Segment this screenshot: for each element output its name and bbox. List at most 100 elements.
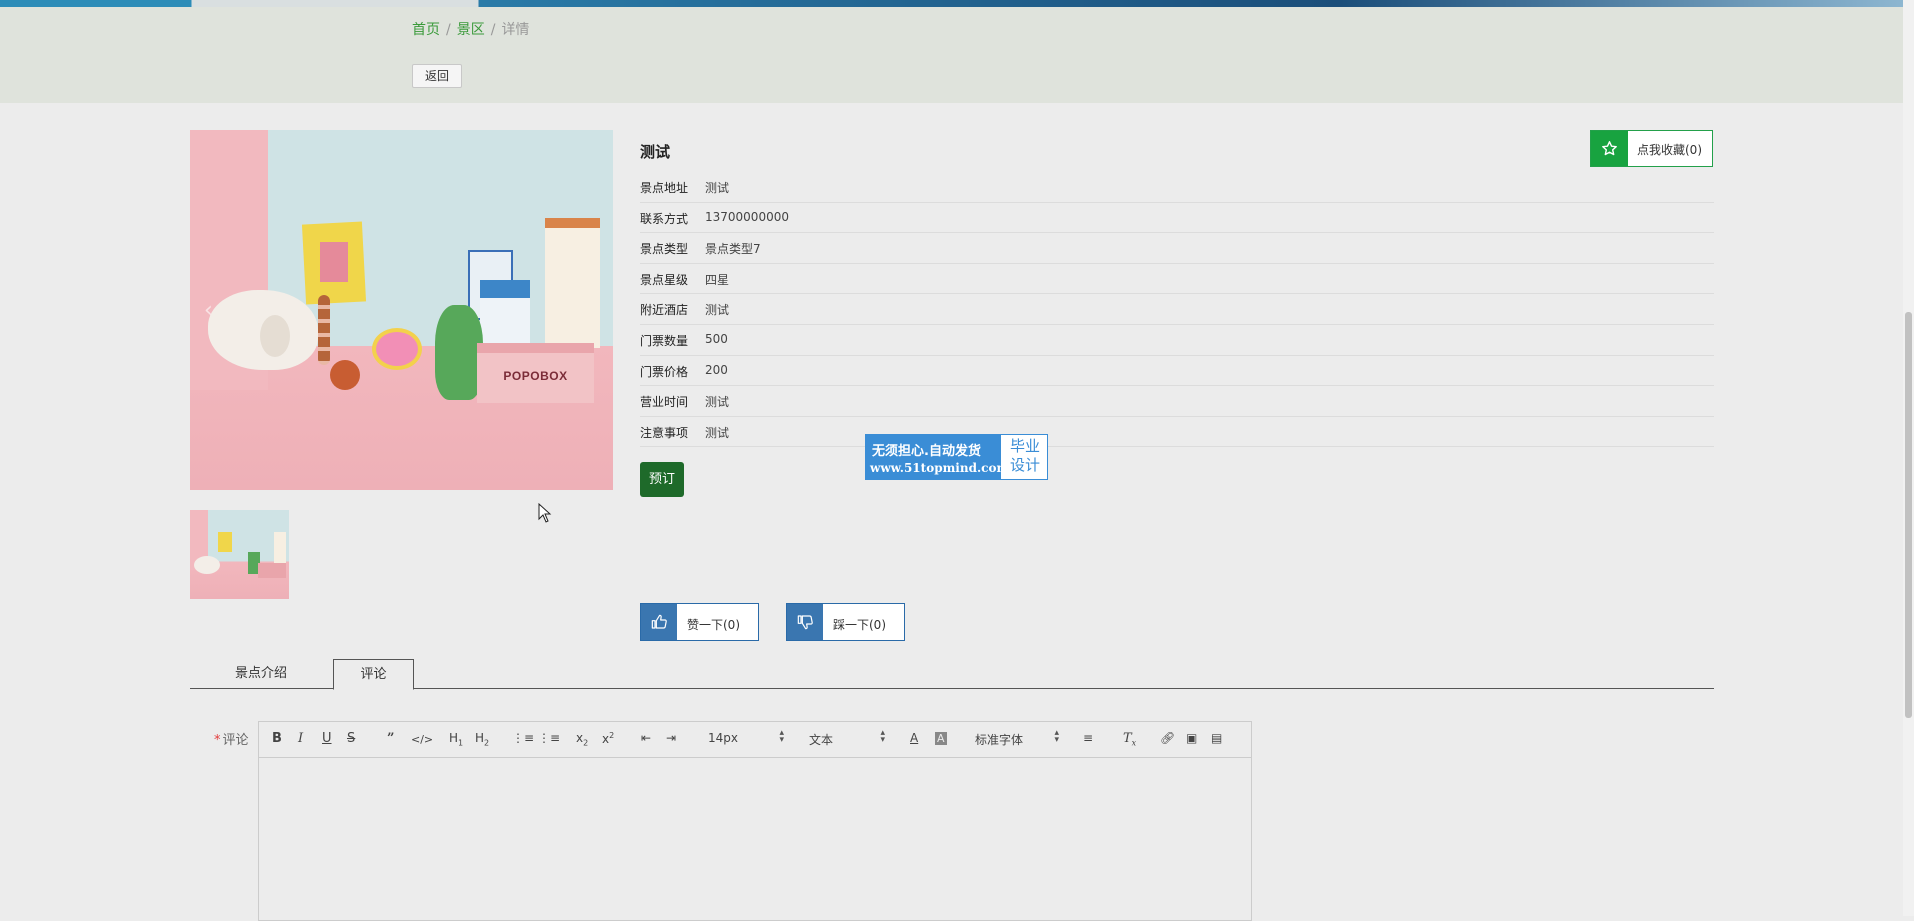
editor-toolbar: B I U S ” </> H1 H2 ⋮≡ ⋮≡ x2 x2 ⇤ ⇥ 14px… xyxy=(259,722,1251,758)
top-banner xyxy=(0,0,1914,7)
thumb-shape xyxy=(258,563,286,578)
detail-title: 测试 xyxy=(640,143,671,161)
back-button[interactable]: 返回 xyxy=(412,64,462,88)
breadcrumb-current: 详情 xyxy=(501,22,530,38)
info-row-type: 景点类型 景点类型7 xyxy=(640,233,1714,264)
info-row-hours: 营业时间 测试 xyxy=(640,386,1714,417)
info-value: 测试 xyxy=(705,425,730,440)
breadcrumb-home[interactable]: 首页 xyxy=(412,22,440,38)
info-row-ticket-count: 门票数量 500 xyxy=(640,325,1714,356)
image-thumbnail[interactable] xyxy=(190,510,289,599)
thumbs-down-icon xyxy=(787,604,823,640)
info-label: 注意事项 xyxy=(640,425,689,440)
blockquote-icon[interactable]: ” xyxy=(387,731,394,746)
comment-input[interactable] xyxy=(259,759,1251,921)
watermark-right2: 设计 xyxy=(1009,456,1040,474)
breadcrumb-separator: / xyxy=(490,22,496,38)
font-family-value: 标准字体 xyxy=(975,733,1024,747)
align-icon[interactable]: ≡ xyxy=(1083,731,1093,745)
select-arrows-icon: ▴ ▾ xyxy=(779,728,784,745)
code-block-icon[interactable]: </> xyxy=(411,733,433,746)
image-frog-toy xyxy=(435,305,483,400)
tab-intro[interactable]: 景点介绍 xyxy=(190,659,332,689)
outdent-icon[interactable]: ⇤ xyxy=(641,731,651,745)
breadcrumb-scenic[interactable]: 景区 xyxy=(457,22,485,38)
main-image-carousel[interactable]: POPOBOX ‹ xyxy=(190,130,613,490)
info-value: 500 xyxy=(705,331,728,346)
italic-icon[interactable]: I xyxy=(298,731,303,746)
select-arrows-icon: ▴ ▾ xyxy=(880,728,885,745)
thumb-shape xyxy=(218,532,232,552)
clear-format-icon[interactable]: Tx xyxy=(1123,731,1136,748)
info-row-contact: 联系方式 13700000000 xyxy=(640,203,1714,234)
info-row-hotel: 附近酒店 测试 xyxy=(640,294,1714,325)
thumb-shape xyxy=(194,556,220,574)
ordered-list-icon[interactable]: ⋮≡ xyxy=(512,731,534,745)
watermark-left: 无须担心.自动发货 www.51topmind.com xyxy=(866,435,1009,479)
info-value: 四星 xyxy=(705,272,730,287)
watermark-line1: 无须担心.自动发货 xyxy=(872,444,981,459)
dislike-label: 踩一下(0) xyxy=(833,618,886,632)
background-color-icon[interactable]: A xyxy=(935,732,947,745)
font-size-select[interactable]: 14px ▴ ▾ xyxy=(708,728,784,746)
subscript-icon[interactable]: x2 xyxy=(576,731,588,747)
info-row-rating: 景点星级 四星 xyxy=(640,264,1714,295)
info-label: 门票价格 xyxy=(640,364,689,379)
info-label: 景点地址 xyxy=(640,181,689,195)
image-icon[interactable]: ▣ xyxy=(1186,731,1197,745)
link-icon[interactable]: 🔗︎ xyxy=(1160,731,1175,745)
bold-icon[interactable]: B xyxy=(272,731,282,746)
dislike-button[interactable]: 踩一下(0) xyxy=(786,603,905,641)
comment-editor: B I U S ” </> H1 H2 ⋮≡ ⋮≡ x2 x2 ⇤ ⇥ 14px… xyxy=(258,721,1252,921)
heading1-icon[interactable]: H1 xyxy=(449,731,463,747)
book-button[interactable]: 预订 xyxy=(640,462,684,497)
detail-tabs: 景点介绍 评论 xyxy=(190,659,1714,690)
info-value: 测试 xyxy=(705,303,730,318)
like-button[interactable]: 赞一下(0) xyxy=(640,603,759,641)
superscript-icon[interactable]: x2 xyxy=(602,731,614,746)
heading-style-select[interactable]: 文本 ▴ ▾ xyxy=(809,728,885,748)
underline-icon[interactable]: U xyxy=(322,731,332,746)
font-color-icon[interactable]: A xyxy=(910,731,918,745)
indent-icon[interactable]: ⇥ xyxy=(666,731,676,745)
favorite-label: 点我收藏(0) xyxy=(1637,143,1702,157)
breadcrumb-area: 首页 / 景区 / 详情 返回 xyxy=(0,7,1914,103)
info-value: 测试 xyxy=(705,395,730,410)
font-family-select[interactable]: 标准字体 ▴ ▾ xyxy=(975,729,1059,748)
info-label: 附近酒店 xyxy=(640,303,689,318)
star-icon xyxy=(1591,131,1628,166)
heading2-icon[interactable]: H2 xyxy=(475,731,489,747)
image-dog-ear xyxy=(260,315,290,357)
strikethrough-icon[interactable]: S xyxy=(347,731,355,746)
image-poster-detail xyxy=(320,242,348,282)
info-label: 门票数量 xyxy=(640,333,689,348)
watermark-right: 毕业 设计 xyxy=(1004,437,1046,475)
font-size-value: 14px xyxy=(708,731,738,745)
info-label: 景点类型 xyxy=(640,242,689,257)
watermark-line2: www.51topmind.com xyxy=(870,461,1010,475)
info-value: 13700000000 xyxy=(705,209,789,224)
page-scrollbar[interactable] xyxy=(1903,0,1914,916)
image-lollipop-toy xyxy=(372,328,422,370)
video-icon[interactable]: ▤ xyxy=(1211,731,1222,745)
info-table: 景点地址 测试 联系方式 13700000000 景点类型 景点类型7 景点星级… xyxy=(640,172,1714,448)
scrollbar-thumb[interactable] xyxy=(1905,312,1912,718)
image-treat-bag xyxy=(545,218,600,348)
watermark-right1: 毕业 xyxy=(1009,437,1040,455)
bullet-list-icon[interactable]: ⋮≡ xyxy=(538,731,560,745)
breadcrumb-separator: / xyxy=(446,22,451,38)
info-value: 200 xyxy=(705,362,728,377)
comment-field-label: * 评论 xyxy=(214,729,249,748)
chevron-left-icon[interactable]: ‹ xyxy=(204,298,213,323)
thumbs-up-icon xyxy=(641,604,677,640)
info-label: 景点星级 xyxy=(640,272,689,287)
required-mark: * xyxy=(214,733,221,748)
favorite-button[interactable]: 点我收藏(0) xyxy=(1590,130,1713,167)
watermark-badge: 无须担心.自动发货 www.51topmind.com 毕业 设计 xyxy=(865,434,1048,480)
mouse-cursor-icon xyxy=(538,503,552,523)
breadcrumb: 首页 / 景区 / 详情 xyxy=(412,19,529,39)
info-row-notes: 注意事项 测试 xyxy=(640,417,1714,448)
image-chain-toy xyxy=(318,295,330,365)
tab-comment[interactable]: 评论 xyxy=(333,659,414,690)
popobox-label: POPOBOX xyxy=(503,369,568,383)
